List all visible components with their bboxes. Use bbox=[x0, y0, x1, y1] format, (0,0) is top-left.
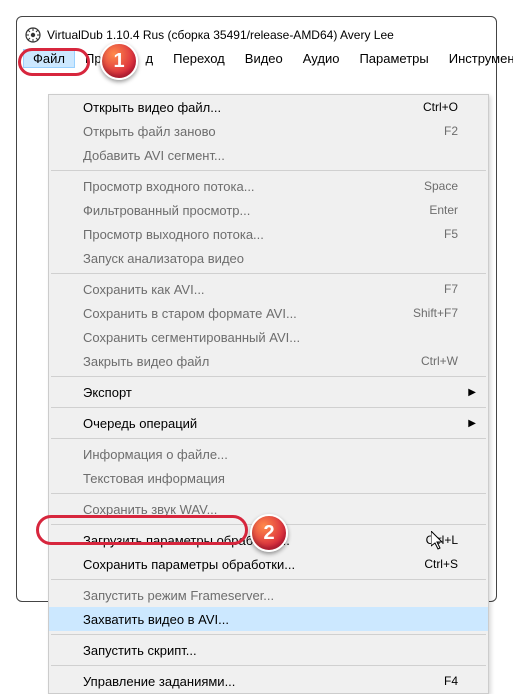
menu-params[interactable]: Параметры bbox=[349, 49, 438, 68]
menu-item-save-processing[interactable]: Сохранить параметры обработки... Ctrl+S bbox=[49, 552, 488, 576]
shortcut: Enter bbox=[429, 203, 458, 217]
menu-audio[interactable]: Аудио bbox=[293, 49, 350, 68]
label: Просмотр входного потока... bbox=[83, 179, 255, 194]
menu-item-queue[interactable]: Очередь операций ▶ bbox=[49, 411, 488, 435]
separator bbox=[51, 579, 486, 580]
label: Открыть файл заново bbox=[83, 124, 216, 139]
menu-item-open[interactable]: Открыть видео файл... Ctrl+O bbox=[49, 95, 488, 119]
app-icon bbox=[25, 27, 41, 43]
window-title: VirtualDub 1.10.4 Rus (сборка 35491/rele… bbox=[47, 28, 394, 42]
shortcut: Ctrl+O bbox=[423, 100, 458, 114]
menu-goto[interactable]: Переход bbox=[163, 49, 235, 68]
label: Экспорт bbox=[83, 385, 132, 400]
menu-item-reopen: Открыть файл заново F2 bbox=[49, 119, 488, 143]
shortcut: F5 bbox=[444, 227, 458, 241]
menu-file[interactable]: Файл bbox=[23, 49, 75, 68]
menu-item-file-info: Информация о файле... bbox=[49, 442, 488, 466]
separator bbox=[51, 376, 486, 377]
shortcut: Ctrl+L bbox=[426, 533, 458, 547]
menu-item-save-wav: Сохранить звук WAV... bbox=[49, 497, 488, 521]
separator bbox=[51, 438, 486, 439]
separator bbox=[51, 407, 486, 408]
label: Открыть видео файл... bbox=[83, 100, 221, 115]
label: Просмотр выходного потока... bbox=[83, 227, 264, 242]
menu-item-analyzer: Запуск анализатора видео bbox=[49, 246, 488, 270]
separator bbox=[51, 634, 486, 635]
menu-item-close: Закрыть видео файл Ctrl+W bbox=[49, 349, 488, 373]
menu-item-load-processing[interactable]: Загрузить параметры обработки... Ctrl+L bbox=[49, 528, 488, 552]
file-menu-dropdown: Открыть видео файл... Ctrl+O Открыть файл… bbox=[48, 94, 489, 694]
separator bbox=[51, 524, 486, 525]
shortcut: Ctrl+S bbox=[424, 557, 458, 571]
menu-tools[interactable]: Инструменты bbox=[439, 49, 513, 68]
label: Сохранить параметры обработки... bbox=[83, 557, 295, 572]
label: Сохранить звук WAV... bbox=[83, 502, 217, 517]
separator bbox=[51, 493, 486, 494]
submenu-arrow-icon: ▶ bbox=[468, 387, 476, 398]
menu-item-text-info: Текстовая информация bbox=[49, 466, 488, 490]
menu-item-run-script[interactable]: Запустить скрипт... bbox=[49, 638, 488, 662]
menu-item-capture-avi[interactable]: Захватить видео в AVI... bbox=[49, 607, 488, 631]
menu-video[interactable]: Видео bbox=[235, 49, 293, 68]
separator bbox=[51, 170, 486, 171]
menu-item-preview-output: Просмотр выходного потока... F5 bbox=[49, 222, 488, 246]
label: Запустить режим Frameserver... bbox=[83, 588, 274, 603]
menu-edit-prefix[interactable]: Пр bbox=[75, 49, 112, 68]
menu-item-frameserver: Запустить режим Frameserver... bbox=[49, 583, 488, 607]
label: Текстовая информация bbox=[83, 471, 225, 486]
label: Фильтрованный просмотр... bbox=[83, 203, 250, 218]
menu-item-job-control[interactable]: Управление заданиями... F4 bbox=[49, 669, 488, 693]
shortcut: F2 bbox=[444, 124, 458, 138]
separator bbox=[51, 273, 486, 274]
titlebar: VirtualDub 1.10.4 Rus (сборка 35491/rele… bbox=[23, 23, 490, 49]
label: Очередь операций bbox=[83, 416, 197, 431]
label: Закрыть видео файл bbox=[83, 354, 209, 369]
label: Добавить AVI сегмент... bbox=[83, 148, 225, 163]
menu-item-preview-filtered: Фильтрованный просмотр... Enter bbox=[49, 198, 488, 222]
menubar: Файл Пр д Переход Видео Аудио Параметры … bbox=[23, 49, 490, 70]
app-window: VirtualDub 1.10.4 Rus (сборка 35491/rele… bbox=[16, 16, 497, 602]
menu-edit-suffix[interactable]: д bbox=[112, 49, 164, 68]
label: Информация о файле... bbox=[83, 447, 228, 462]
menu-item-save-segmented: Сохранить сегментированный AVI... bbox=[49, 325, 488, 349]
menu-item-add-segment: Добавить AVI сегмент... bbox=[49, 143, 488, 167]
shortcut: Shift+F7 bbox=[413, 306, 458, 320]
separator bbox=[51, 665, 486, 666]
menu-item-save-old-avi: Сохранить в старом формате AVI... Shift+F… bbox=[49, 301, 488, 325]
shortcut: F4 bbox=[444, 674, 458, 688]
menu-item-save-avi: Сохранить как AVI... F7 bbox=[49, 277, 488, 301]
menu-item-export[interactable]: Экспорт ▶ bbox=[49, 380, 488, 404]
label: Запустить скрипт... bbox=[83, 643, 197, 658]
label: Управление заданиями... bbox=[83, 674, 235, 689]
label: Загрузить параметры обработки... bbox=[83, 533, 290, 548]
label: Захватить видео в AVI... bbox=[83, 612, 229, 627]
submenu-arrow-icon: ▶ bbox=[468, 418, 476, 429]
menu-item-preview-input: Просмотр входного потока... Space bbox=[49, 174, 488, 198]
shortcut: F7 bbox=[444, 282, 458, 296]
label: Запуск анализатора видео bbox=[83, 251, 244, 266]
shortcut: Ctrl+W bbox=[421, 354, 458, 368]
label: Сохранить сегментированный AVI... bbox=[83, 330, 300, 345]
shortcut: Space bbox=[424, 179, 458, 193]
label: Сохранить как AVI... bbox=[83, 282, 205, 297]
label: Сохранить в старом формате AVI... bbox=[83, 306, 297, 321]
